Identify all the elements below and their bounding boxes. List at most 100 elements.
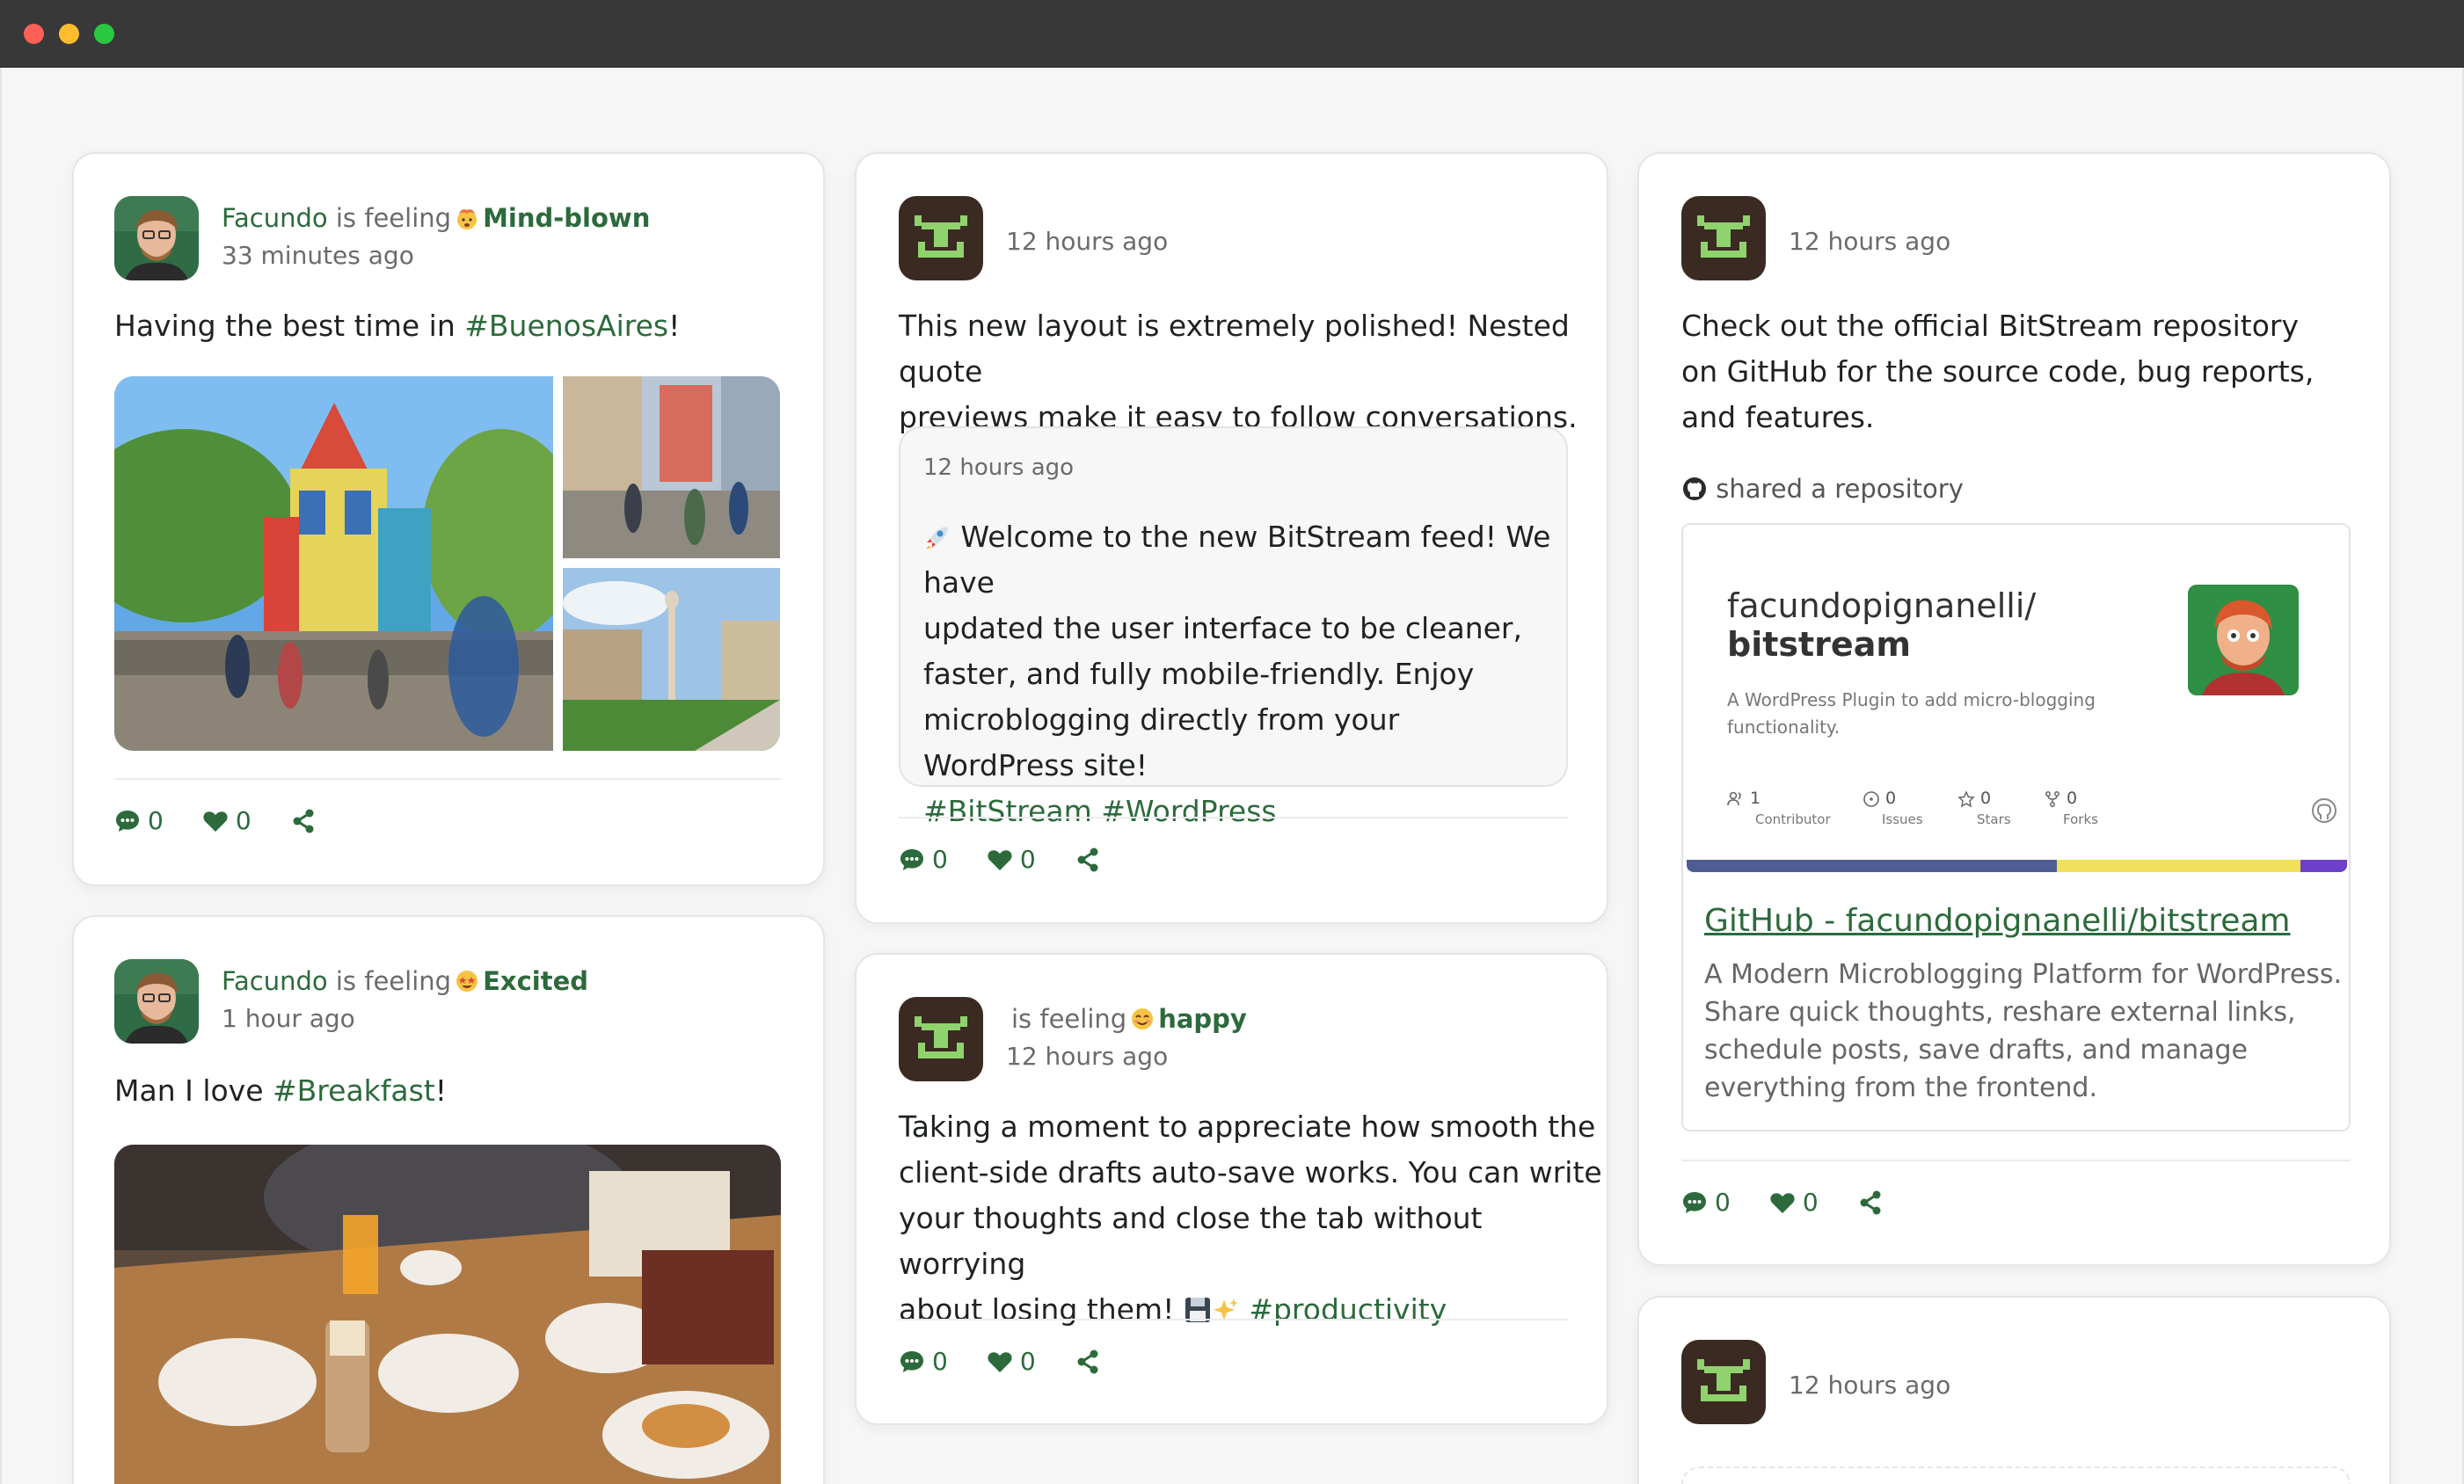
star-icon <box>1957 790 1975 808</box>
author-avatar[interactable] <box>1681 196 1766 280</box>
repo-stats: 1 Contributor 0 Issues 0 Stars 0 Forks <box>1727 789 2336 833</box>
post-time[interactable]: 33 minutes ago <box>222 241 414 270</box>
post-time[interactable]: 12 hours ago <box>1006 227 1168 256</box>
repo-owner-avatar <box>2188 585 2299 695</box>
post-actions: 0 0 <box>899 845 1140 874</box>
comment-icon <box>114 808 141 834</box>
smiling-emoji-icon <box>1132 1008 1154 1029</box>
author-name[interactable]: Facundo <box>222 203 328 233</box>
post-time[interactable]: 12 hours ago <box>1006 1042 1168 1071</box>
minimize-window-button[interactable] <box>59 24 79 44</box>
post-actions: 0 0 <box>1681 1188 1922 1217</box>
post-text: Having the best time in #BuenosAires! <box>114 309 681 343</box>
comment-button[interactable]: 0 <box>899 845 948 874</box>
comment-icon <box>899 847 925 873</box>
maximize-window-button[interactable] <box>94 24 114 44</box>
share-icon <box>1075 847 1101 873</box>
share-button[interactable] <box>1075 1349 1101 1375</box>
author-avatar[interactable] <box>1681 1340 1766 1424</box>
github-icon <box>1683 477 1706 500</box>
post-time[interactable]: 12 hours ago <box>1789 1371 1950 1400</box>
repo-language-bar <box>1687 860 2347 872</box>
mind-blown-emoji-icon <box>457 209 477 229</box>
star-struck-emoji-icon <box>456 971 478 992</box>
post-actions: 0 0 <box>899 1347 1140 1376</box>
post-time[interactable]: 12 hours ago <box>1789 227 1950 256</box>
language-segment <box>2300 860 2347 872</box>
share-button[interactable] <box>1075 847 1101 873</box>
share-icon <box>1075 1349 1101 1375</box>
comment-icon <box>1681 1189 1708 1216</box>
post-divider <box>1681 1160 2351 1161</box>
post-meta: Facundo is feeling Mind-blown <box>222 203 650 233</box>
author-avatar[interactable] <box>899 196 983 280</box>
author-avatar[interactable] <box>114 196 199 280</box>
share-icon <box>290 808 317 834</box>
post-divider <box>899 817 1568 818</box>
author-name[interactable]: Facundo <box>222 966 328 996</box>
post-text: Taking a moment to appreciate how smooth… <box>899 1109 1602 1327</box>
window-titlebar <box>0 0 2464 68</box>
gallery-photo-street[interactable] <box>563 376 780 558</box>
post-photo-breakfast[interactable] <box>114 1145 781 1484</box>
feeling-label[interactable]: happy <box>1158 1004 1247 1034</box>
comment-button[interactable]: 0 <box>1681 1188 1731 1217</box>
quoted-post[interactable]: 12 hours ago Welcome to the new BitStrea… <box>899 426 1568 828</box>
post-card: Facundo is feeling Excited 1 hour ago Man… <box>72 915 825 1484</box>
post-divider <box>114 778 781 780</box>
issue-icon <box>1863 791 1879 807</box>
heart-icon <box>987 1349 1013 1375</box>
feeling-label[interactable]: Mind-blown <box>483 203 650 233</box>
post-text: Man I love #Breakfast! <box>114 1073 447 1108</box>
repo-link-title[interactable]: GitHub - facundopignanelli/bitstream <box>1704 903 2290 939</box>
share-button[interactable] <box>290 808 317 834</box>
repo-link-description: A Modern Microblogging Platform for Word… <box>1704 959 2343 1103</box>
post-card: 12 hours ago Check out the official BitS… <box>1637 152 2391 1266</box>
repo-owner: facundopignanelli/ <box>1727 586 2037 625</box>
hashtag-link[interactable]: #BuenosAires <box>464 309 668 343</box>
shared-repo-label: shared a repository <box>1681 474 1964 504</box>
post-embed-preview <box>1681 1466 2351 1484</box>
quoted-post-time[interactable]: 12 hours ago <box>923 455 1074 481</box>
post-time[interactable]: 1 hour ago <box>222 1004 355 1033</box>
feeling-label[interactable]: Excited <box>483 966 588 996</box>
hashtag-link[interactable]: #productivity <box>1249 1292 1447 1327</box>
like-button[interactable]: 0 <box>1769 1188 1819 1217</box>
like-button[interactable]: 0 <box>202 806 252 835</box>
post-meta: is feeling happy <box>1011 1004 1247 1034</box>
heart-icon <box>987 847 1013 873</box>
share-icon <box>1857 1189 1884 1216</box>
like-button[interactable]: 0 <box>987 845 1036 874</box>
author-avatar[interactable] <box>899 997 983 1081</box>
comment-button[interactable]: 0 <box>899 1347 948 1376</box>
comment-icon <box>899 1349 925 1375</box>
window-border-left <box>0 68 2 1484</box>
post-divider <box>899 1319 1568 1320</box>
repo-stat-issues: 0 Issues <box>1863 789 1923 827</box>
post-text: Check out the official BitStream reposit… <box>1681 309 2315 434</box>
close-window-button[interactable] <box>24 24 44 44</box>
gallery-photo-main[interactable] <box>114 376 553 751</box>
repo-name: bitstream <box>1727 625 1911 664</box>
language-segment <box>1687 860 2057 872</box>
like-button[interactable]: 0 <box>987 1347 1036 1376</box>
language-segment <box>2056 860 2301 872</box>
post-card: 12 hours ago <box>1637 1296 2391 1484</box>
hashtag-link[interactable]: #Breakfast <box>273 1073 435 1108</box>
feeling-prefix: is feeling <box>335 203 452 233</box>
hashtag-links[interactable]: #BitStream #WordPress <box>923 789 1556 834</box>
repository-preview[interactable]: facundopignanelli/ bitstream A WordPress… <box>1681 523 2351 1131</box>
comment-button[interactable]: 0 <box>114 806 164 835</box>
heart-icon <box>1769 1189 1796 1216</box>
fork-icon <box>2045 791 2059 807</box>
repo-stat-forks: 0 Forks <box>2044 789 2098 827</box>
repo-description: A WordPress Plugin to add micro-blogging… <box>1727 689 2096 738</box>
gallery-photo-plaza[interactable] <box>563 568 780 751</box>
share-button[interactable] <box>1857 1189 1884 1216</box>
feeling-prefix: is feeling <box>335 966 452 996</box>
post-card: Facundo is feeling Mind-blown 33 minutes … <box>72 152 825 886</box>
rocket-emoji-icon <box>926 527 948 549</box>
heart-icon <box>202 808 229 834</box>
post-actions: 0 0 <box>114 806 355 835</box>
author-avatar[interactable] <box>114 959 199 1044</box>
